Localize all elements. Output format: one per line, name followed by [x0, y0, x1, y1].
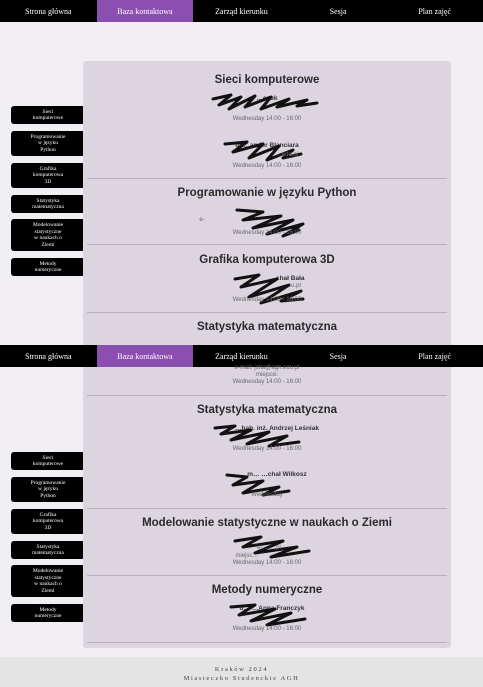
divider — [87, 642, 447, 643]
divider — [87, 508, 447, 509]
section-title-python: Programowanie w języku Python — [177, 187, 357, 199]
contacts-card-2: e-mail: jotia@agh.edu.pl miejsce: Wednes… — [83, 365, 451, 648]
redaction-scribble — [229, 603, 307, 627]
email-prefix: e- — [199, 217, 205, 223]
sidebar-item-label: Python — [40, 492, 56, 499]
sidebar-item-metody[interactable]: Metody numeryczne — [11, 604, 85, 622]
office-hours: Wednesday 14:00 - 16:00 — [232, 230, 302, 236]
place: miejsce: — [255, 372, 278, 378]
office-hours: Wednesday 14:00 - 16:00 — [232, 560, 302, 566]
footer: Kraków 2024 Miasteczko Studenckie AGH — [0, 657, 483, 687]
office-hours: Wednesday 14:00 - 16:00 — [232, 626, 302, 632]
divider — [87, 178, 447, 179]
email: …edu.pl — [275, 152, 299, 158]
sidebar-item-sieci[interactable]: Sieci komputerowe — [11, 452, 85, 470]
sidebar-item-modelowanie[interactable]: Modelowanie statystyczne w naukach o Zie… — [11, 565, 85, 597]
divider — [87, 312, 447, 313]
sidebar-item-label: 3D — [44, 524, 52, 531]
place: miejsc… — [235, 553, 259, 559]
divider — [87, 244, 447, 245]
redaction-scribble — [211, 93, 319, 111]
section-title-grafika: Grafika komputerowa 3D — [199, 254, 335, 266]
divider — [87, 575, 447, 576]
office-hours: Wednesday 14:00 - 16:00 — [232, 379, 302, 385]
nav-schedule[interactable]: Plan zajęć — [386, 345, 483, 367]
section-title-statystyka: Statystyka matematyczna — [197, 404, 337, 416]
nav-session[interactable]: Sesja — [290, 345, 387, 367]
divider — [87, 395, 447, 396]
nav-contacts[interactable]: Baza kontaktowa — [96, 345, 194, 367]
sidebar-item-python[interactable]: Programowanie w języku Python — [11, 477, 85, 502]
top-navbar-2: Strona główna Baza kontaktowa Zarząd kie… — [0, 345, 483, 367]
section-title-modelowanie: Modelowanie statystyczne w naukach o Zie… — [142, 517, 392, 529]
email: e-… …pl — [257, 545, 281, 551]
sidebar-item-label: matematyczna — [32, 550, 64, 556]
footer-line-1: Kraków 2024 — [214, 666, 269, 673]
sidebar-item-grafika[interactable]: Grafika komputerowa 3D — [11, 509, 85, 534]
office-hours: Wednesday 14:00 - 16:00 — [232, 116, 302, 122]
nav-home[interactable]: Strona główna — [0, 345, 97, 367]
office-hours: Wednesday 14:00 - 16:00 — [232, 297, 302, 303]
office-hours: Wednesday 14:00 - 16:00 — [232, 163, 302, 169]
email: e-mail: jotia@agh.edu.pl — [234, 365, 300, 371]
section-title-metody: Metody numeryczne — [211, 584, 323, 596]
section-title-statystyka: Statystyka matematyczna — [197, 321, 337, 333]
sidebar-item-label: komputerowe — [32, 461, 64, 467]
footer-line-2: Miasteczko Studenckie AGH — [183, 675, 300, 682]
sidebar-item-label: Ziemi — [41, 587, 55, 594]
contacts-card: Sieci komputerowe …czuk Wednesday 14:00 … — [83, 61, 451, 345]
office-hours: Wednesday — [251, 492, 283, 498]
redaction-scribble — [223, 140, 303, 162]
sidebar-item-statystyka[interactable]: Statystyka matematyczna — [11, 541, 85, 559]
sidebar-item-label: numeryczne — [34, 613, 62, 619]
office-hours: Wednesday 14:00 - 16:00 — [232, 446, 302, 452]
section-title-sieci: Sieci komputerowe — [214, 74, 320, 86]
top-view: Sieci komputerowe …czuk Wednesday 14:00 … — [0, 0, 483, 345]
nav-board[interactable]: Zarząd kierunku — [193, 345, 290, 367]
